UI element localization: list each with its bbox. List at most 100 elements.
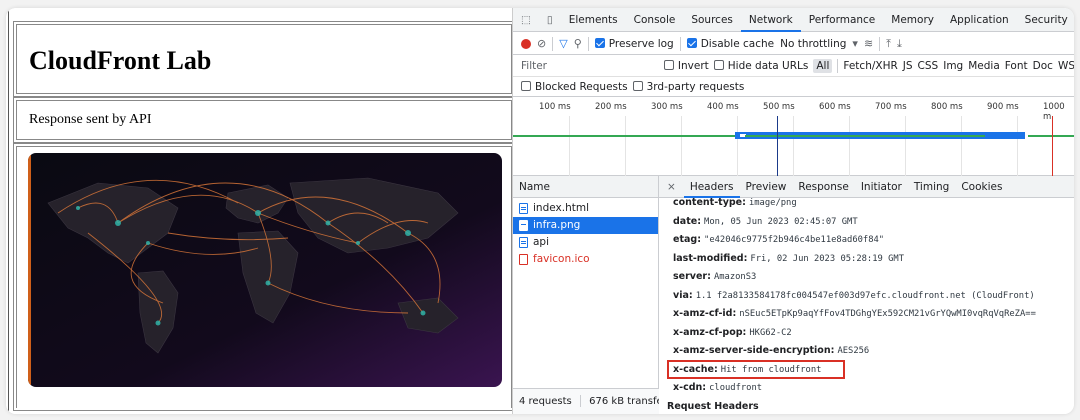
request-name: infra.png bbox=[533, 219, 581, 231]
timeline-tick: 400 ms bbox=[707, 102, 739, 112]
timeline-gridline bbox=[681, 116, 682, 176]
device-toolbar-icon[interactable]: ▯ bbox=[539, 8, 561, 32]
import-har-icon[interactable]: ⤒ bbox=[886, 37, 891, 51]
timeline-gridline bbox=[569, 116, 570, 176]
toolbar-divider bbox=[587, 36, 589, 51]
header-key: via: bbox=[673, 289, 693, 301]
filter-type-img[interactable]: Img bbox=[943, 60, 963, 72]
checkbox-unchecked-icon bbox=[663, 60, 674, 70]
filter-type-all[interactable]: All bbox=[813, 59, 833, 73]
toolbar-divider bbox=[552, 36, 554, 51]
header-row: x-amz-cf-pop: HKG62-C2 bbox=[659, 324, 1074, 343]
tab-performance[interactable]: Performance bbox=[801, 8, 884, 32]
checkbox-unchecked-icon bbox=[713, 60, 724, 70]
filter-type-ws[interactable]: WS bbox=[1058, 60, 1074, 72]
header-key: x-cdn: bbox=[673, 382, 707, 393]
request-row-index-html[interactable]: index.html bbox=[513, 200, 658, 217]
request-headers-section-title[interactable]: Request Headers bbox=[659, 398, 1074, 415]
network-summary-bar: 4 requests 676 kB transfe bbox=[513, 388, 659, 414]
header-row: x-amz-server-side-encryption: AES256 bbox=[659, 342, 1074, 361]
export-har-icon[interactable]: ⤓ bbox=[897, 37, 902, 51]
status-divider bbox=[579, 395, 581, 407]
timeline-tick: 200 ms bbox=[595, 102, 627, 112]
filter-input[interactable]: Filter bbox=[521, 60, 659, 72]
preserve-log-checkbox[interactable]: Preserve log bbox=[594, 37, 674, 50]
header-key: etag: bbox=[673, 234, 701, 245]
header-key: server: bbox=[673, 271, 711, 282]
devtools-tab-bar: ⬚ ▯ Elements Console Sources Network Per… bbox=[513, 8, 1074, 32]
blocked-row: Blocked Requests 3rd-party requests bbox=[513, 78, 1074, 97]
request-row-favicon[interactable]: favicon.ico bbox=[513, 251, 658, 268]
request-list: Name index.html infra.png api favicon.ic… bbox=[513, 176, 659, 414]
network-timeline-overview[interactable]: 100 ms 200 ms 300 ms 400 ms 500 ms 600 m… bbox=[513, 98, 1074, 176]
page-border-line bbox=[8, 8, 9, 414]
record-icon[interactable] bbox=[521, 38, 531, 49]
filter-type-js[interactable]: JS bbox=[903, 60, 913, 72]
invert-checkbox[interactable]: Invert bbox=[663, 60, 709, 72]
request-name: api bbox=[533, 236, 550, 248]
response-headers-list: content-type: image/png date: Mon, 05 Ju… bbox=[659, 194, 1074, 414]
timeline-bar-waiting bbox=[745, 135, 985, 137]
section-title: Request Headers bbox=[667, 400, 759, 412]
clear-icon[interactable]: ⊘ bbox=[537, 37, 546, 50]
column-header-name[interactable]: Name bbox=[513, 176, 658, 198]
header-value: AES256 bbox=[837, 346, 870, 356]
tab-security[interactable]: Security bbox=[1017, 8, 1074, 32]
tab-application[interactable]: Application bbox=[942, 8, 1017, 32]
timeline-gridline bbox=[1017, 116, 1018, 176]
request-row-infra-png[interactable]: infra.png bbox=[513, 217, 658, 234]
timeline-tick: 500 ms bbox=[763, 102, 795, 112]
blocked-requests-label: Blocked Requests bbox=[535, 81, 628, 93]
header-row: x-amz-cf-id: nSEuc5ETpKp9aqYfFov4TDGhgYE… bbox=[659, 305, 1074, 324]
blocked-requests-checkbox[interactable]: Blocked Requests bbox=[521, 81, 628, 93]
filter-type-doc[interactable]: Doc bbox=[1033, 60, 1053, 72]
checkbox-unchecked-icon bbox=[632, 81, 643, 91]
third-party-checkbox[interactable]: 3rd-party requests bbox=[632, 81, 745, 93]
filter-type-fetch-xhr[interactable]: Fetch/XHR bbox=[843, 60, 897, 72]
tab-network[interactable]: Network bbox=[740, 8, 801, 32]
filter-type-css[interactable]: CSS bbox=[918, 60, 939, 72]
hide-data-urls-label: Hide data URLs bbox=[727, 60, 809, 72]
screenshot-frame: CloudFront Lab Response sent by API ⬚ ▯ … bbox=[6, 8, 1074, 414]
header-key: date: bbox=[673, 215, 701, 227]
disable-cache-label: Disable cache bbox=[700, 37, 775, 50]
tab-memory[interactable]: Memory bbox=[883, 8, 942, 32]
toolbar-divider bbox=[879, 36, 881, 51]
checkbox-checked-icon bbox=[686, 37, 697, 48]
filter-type-font[interactable]: Font bbox=[1005, 60, 1028, 72]
tab-console[interactable]: Console bbox=[626, 8, 684, 32]
timeline-tick: 800 ms bbox=[931, 102, 963, 112]
header-key: x-amz-server-side-encryption: bbox=[673, 345, 835, 356]
hide-data-urls-checkbox[interactable]: Hide data URLs bbox=[713, 60, 809, 72]
timeline-tick: 100 ms bbox=[539, 102, 571, 112]
third-party-label: 3rd-party requests bbox=[646, 81, 745, 93]
header-value: image/png bbox=[748, 198, 797, 208]
timeline-bar-waiting bbox=[1028, 135, 1074, 137]
timeline-tick: 700 ms bbox=[875, 102, 907, 112]
request-count: 4 requests bbox=[519, 396, 572, 407]
header-value: Fri, 02 Jun 2023 05:28:19 GMT bbox=[750, 253, 904, 264]
timeline-gridline bbox=[905, 116, 906, 176]
disable-cache-checkbox[interactable]: Disable cache bbox=[686, 37, 775, 50]
search-icon[interactable]: ⚲ bbox=[574, 37, 582, 50]
dom-content-loaded-line bbox=[777, 116, 778, 176]
tab-sources[interactable]: Sources bbox=[683, 8, 741, 32]
filter-icon[interactable]: ▽ bbox=[559, 37, 567, 50]
tab-elements[interactable]: Elements bbox=[561, 8, 626, 32]
timeline-gridline bbox=[625, 116, 626, 176]
timeline-tick: 600 ms bbox=[819, 102, 851, 112]
title-cell: CloudFront Lab bbox=[13, 21, 515, 97]
checkbox-checked-icon bbox=[594, 37, 605, 48]
inspect-element-icon[interactable]: ⬚ bbox=[513, 8, 539, 32]
world-network-map-image bbox=[28, 153, 502, 387]
header-value: AmazonS3 bbox=[713, 272, 757, 282]
request-row-api[interactable]: api bbox=[513, 234, 658, 251]
dropdown-arrow-icon[interactable]: ▾ bbox=[852, 37, 858, 50]
header-row: content-type: image/png bbox=[659, 194, 1074, 213]
network-conditions-icon[interactable]: ≋ bbox=[864, 37, 873, 50]
filter-type-media[interactable]: Media bbox=[968, 60, 1000, 72]
header-key: last-modified: bbox=[673, 252, 748, 264]
header-value: cloudfront bbox=[709, 383, 763, 393]
timeline-tick: 300 ms bbox=[651, 102, 683, 112]
throttling-select[interactable]: No throttling bbox=[780, 38, 846, 50]
